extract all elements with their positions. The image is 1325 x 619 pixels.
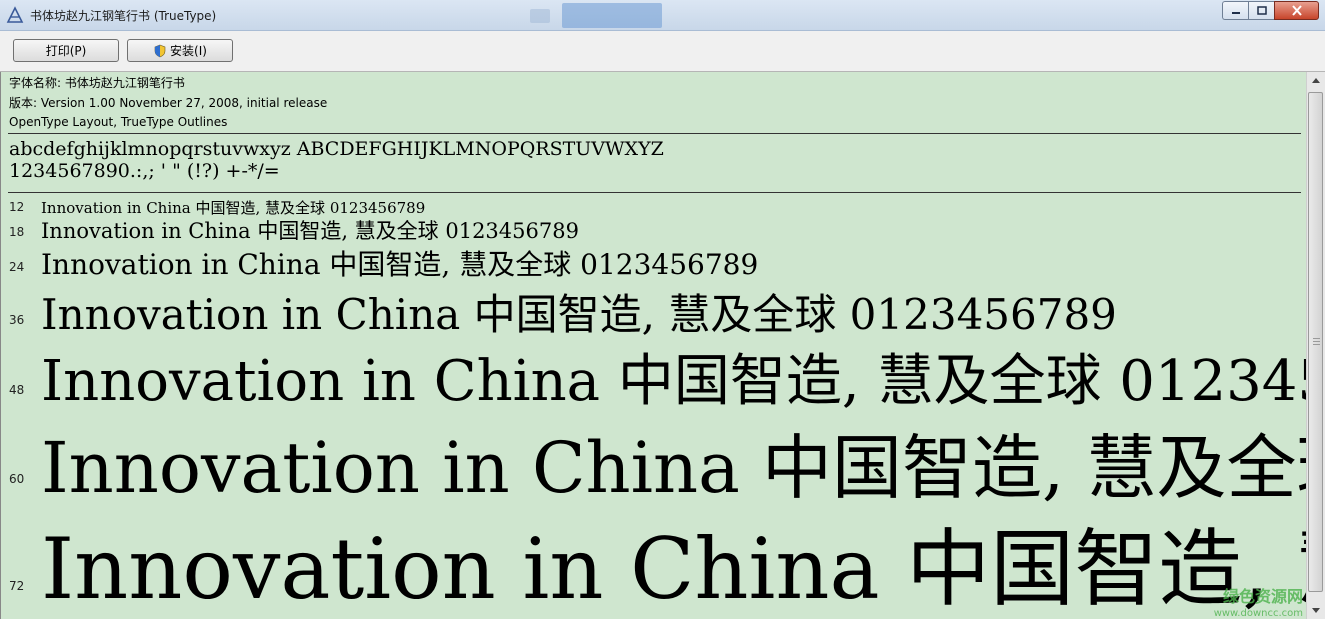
watermark: 绿色资源网 xyxy=(1222,587,1303,606)
sample-size-label: 24 xyxy=(9,260,25,274)
sample-size-label: 36 xyxy=(9,313,25,327)
arrow-down-icon xyxy=(1312,608,1320,613)
font-name-line: 字体名称: 书体坊赵九江钢笔行书 xyxy=(9,76,185,90)
background-artifact xyxy=(530,9,550,23)
close-icon xyxy=(1291,5,1302,16)
sample-text: Innovation in China 中国智造, 慧及全球 012345678… xyxy=(41,520,1325,618)
charset-letters: abcdefghijklmnopqrstuvwxyz ABCDEFGHIJKLM… xyxy=(9,138,664,160)
vertical-scrollbar[interactable] xyxy=(1306,72,1325,619)
window-controls xyxy=(1222,1,1319,21)
divider xyxy=(8,192,1301,193)
font-preview-pane: 字体名称: 书体坊赵九江钢笔行书 版本: Version 1.00 Novemb… xyxy=(0,72,1325,619)
divider xyxy=(8,133,1301,134)
background-artifact xyxy=(562,3,662,28)
sample-text: Innovation in China 中国智造, 慧及全球 012345678… xyxy=(41,427,1325,509)
scroll-down-button[interactable] xyxy=(1307,602,1325,619)
maximize-icon xyxy=(1256,6,1267,15)
format-line: OpenType Layout, TrueType Outlines xyxy=(9,115,228,129)
sample-text: Innovation in China 中国智造, 慧及全球 012345678… xyxy=(41,290,1117,339)
scrollbar-thumb[interactable] xyxy=(1308,92,1323,592)
sample-size-label: 72 xyxy=(9,579,25,593)
sample-size-label: 48 xyxy=(9,383,25,397)
sample-text: Innovation in China 中国智造, 慧及全球 012345678… xyxy=(41,349,1325,414)
sample-size-label: 18 xyxy=(9,225,25,239)
sample-text: Innovation in China 中国智造, 慧及全球 012345678… xyxy=(41,248,759,281)
scroll-up-button[interactable] xyxy=(1307,72,1325,89)
watermark-url: www.downcc.com xyxy=(1213,608,1303,619)
title-bar: 书体坊赵九江钢笔行书 (TrueType) xyxy=(0,0,1325,31)
minimize-button[interactable] xyxy=(1222,1,1248,20)
maximize-button[interactable] xyxy=(1248,1,1274,20)
print-button-label: 打印(P) xyxy=(45,44,87,58)
print-button[interactable]: 打印(P) xyxy=(13,39,119,62)
install-button[interactable]: 安装(I) xyxy=(127,39,233,62)
minimize-icon xyxy=(1231,11,1240,14)
install-button-label: 安装(I) xyxy=(170,44,207,58)
font-viewer-icon xyxy=(6,6,24,23)
close-button[interactable] xyxy=(1274,1,1319,20)
grip-icon xyxy=(1313,338,1320,346)
version-line: 版本: Version 1.00 November 27, 2008, init… xyxy=(9,95,328,110)
sample-size-label: 12 xyxy=(9,200,25,214)
sample-size-label: 60 xyxy=(9,472,25,486)
toolbar: 打印(P) 安装(I) xyxy=(0,31,1325,72)
arrow-up-icon xyxy=(1312,78,1320,83)
character-set: abcdefghijklmnopqrstuvwxyz ABCDEFGHIJKLM… xyxy=(9,138,664,182)
font-info: 字体名称: 书体坊赵九江钢笔行书 版本: Version 1.00 Novemb… xyxy=(9,74,327,133)
uac-shield-icon xyxy=(154,44,166,57)
charset-digits: 1234567890.:,; ' " (!?) +-*/= xyxy=(9,160,280,182)
window-title: 书体坊赵九江钢笔行书 (TrueType) xyxy=(30,9,217,23)
sample-text: Innovation in China 中国智造, 慧及全球 012345678… xyxy=(41,219,579,243)
